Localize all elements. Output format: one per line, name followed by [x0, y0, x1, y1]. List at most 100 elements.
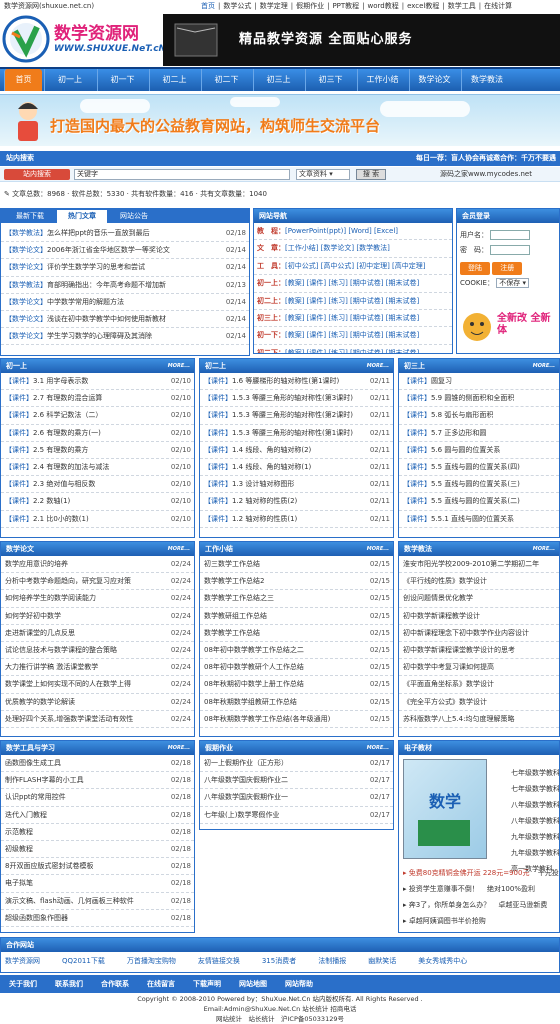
list-item[interactable]: 【课件】5.6 圆与圆的位置关系 — [399, 442, 559, 459]
list-item[interactable]: 初级教程 02/18 — [1, 841, 194, 859]
list-item[interactable]: 《平行线的性质》数学设计 — [399, 573, 559, 591]
item-title[interactable]: 处理好四个关系,增强数学课堂活动有效性 — [5, 711, 133, 727]
top-link[interactable]: PPT教程 — [329, 2, 362, 10]
ad-link[interactable]: ▸ 免费80克精铜金佛开运 228元=900元 — [403, 869, 529, 877]
item-title[interactable]: 《平行线的性质》数学设计 — [403, 573, 487, 589]
item-title[interactable]: 2.5 有理数的乘方 — [33, 442, 88, 458]
list-item[interactable]: 08年初中数学教学工作总结之二 02/15 — [200, 642, 393, 660]
partner-link[interactable]: 数学资源网 — [5, 957, 40, 965]
item-title[interactable]: 2.7 有理数的混合运算 — [33, 390, 102, 406]
list-item[interactable]: 优质教学的数学论解读 02/24 — [1, 694, 194, 711]
nav-item[interactable]: 首页 — [4, 69, 42, 91]
list-item[interactable]: 【课件】圆复习 — [399, 373, 559, 391]
list-item[interactable]: 试论信息技术与数学课程的整合策略 02/24 — [1, 642, 194, 660]
ad-link[interactable]: 卓越亚马逊新费 — [496, 901, 547, 909]
more-link[interactable]: MORE... — [533, 542, 555, 556]
ebook-item[interactable]: 九年级数学教科 — [511, 829, 559, 845]
item-title[interactable]: 2.6 有理数的乘方(一) — [33, 425, 101, 441]
footer-link[interactable]: 下载声明 — [193, 975, 221, 993]
ad-link[interactable]: 千元投资半年成富 — [535, 869, 559, 877]
item-title[interactable]: 演示文稿、flash动画、几何画板三种软件 — [5, 893, 134, 909]
ad-link[interactable]: ▸ 卓越阿姨调图书半价抢购 — [403, 917, 486, 925]
item-title[interactable]: 5.9 圆锥的侧面积和全面积 — [431, 390, 514, 406]
item-title[interactable]: 数学教学工作总结2 — [204, 573, 264, 589]
list-item[interactable]: 【课件】1.5.3 等腰三角形的轴对称性(第3课时) 02/11 — [200, 390, 393, 408]
item-title[interactable]: 5.7 正多边形和圆 — [431, 425, 486, 441]
cookie-select[interactable]: 不保存 ▾ — [496, 278, 529, 288]
item-title[interactable]: 08年初中数学教学工作总结之二 — [204, 642, 304, 658]
footer-link[interactable]: 网站地图 — [239, 975, 267, 993]
item-tag[interactable]: 【课件】 — [204, 411, 232, 419]
top-link[interactable]: 假期作业 — [293, 2, 327, 10]
list-item[interactable]: 创设问题情景优化教学 — [399, 590, 559, 608]
list-item[interactable]: 制作FLASH字幕的小工具 02/18 — [1, 772, 194, 790]
item-title[interactable]: 数学教学工作总结之三 — [204, 590, 274, 606]
footer-link[interactable]: 关于我们 — [9, 975, 37, 993]
item-tag[interactable]: 【课件】 — [204, 446, 232, 454]
tab-0[interactable]: 最新下载 — [5, 210, 55, 223]
list-item[interactable]: 08年初中数学教研个人工作总结 02/15 — [200, 659, 393, 677]
partner-link[interactable]: 友情链接交换 — [198, 957, 240, 965]
list-item[interactable]: 【数学论文】2006年浙江省金华地区数学一等奖论文 02/14 — [1, 242, 249, 260]
article-title[interactable]: 中学数学常用的解题方法 — [47, 294, 124, 310]
ebook-item[interactable]: 八年级数学教科 — [511, 797, 559, 813]
username-input[interactable] — [490, 230, 530, 240]
item-tag[interactable]: 【课件】 — [5, 394, 33, 402]
guide-links[interactable]: [教案] [课件] [练习] [期中试卷] [期末试卷] — [285, 331, 419, 339]
list-item[interactable]: 【课件】1.3 设计轴对称图形 02/11 — [200, 476, 393, 494]
list-item[interactable]: 【课件】3.1 用字母表示数 02/10 — [1, 373, 194, 391]
partner-link[interactable]: 源码之家www.mycodes.net — [440, 169, 532, 180]
list-item[interactable]: 【课件】1.2 轴对称的性质(1) 02/11 — [200, 511, 393, 528]
item-tag[interactable]: 【课件】 — [403, 446, 431, 454]
item-title[interactable]: 初中数学新课程课堂教学设计的思考 — [403, 642, 515, 658]
item-title[interactable]: 初中新课程理念下初中数学作业内容设计 — [403, 625, 529, 641]
article-category[interactable]: 【数学教法】 — [5, 281, 47, 289]
list-item[interactable]: 【课件】1.6 等腰梯形的轴对称性(第1课时) 02/11 — [200, 373, 393, 391]
item-title[interactable]: 初三数学工作总结 — [204, 556, 260, 572]
article-title[interactable]: 怎么样把ppt的音乐一直放到最后 — [47, 225, 150, 241]
item-title[interactable]: 5.5 直线与圆的位置关系(三) — [431, 476, 520, 492]
list-item[interactable]: 【课件】2.4 有理数的加法与减法 02/10 — [1, 459, 194, 477]
list-item[interactable]: 初三数学工作总结 02/15 — [200, 556, 393, 574]
item-title[interactable]: 制作FLASH字幕的小工具 — [5, 772, 84, 788]
top-link[interactable]: 在线计算 — [481, 2, 515, 10]
search-category-select[interactable]: 文章资料 ▾ — [296, 169, 350, 180]
item-tag[interactable]: 【课件】 — [204, 480, 232, 488]
item-title[interactable]: 08年秋期数学教学工作总结(各年级通用) — [204, 711, 330, 727]
item-title[interactable]: 初一上假期作业（正方形） — [204, 755, 288, 771]
list-item[interactable]: 【课件】1.5.3 等腰三角形的轴对称性(第2课时) 02/11 — [200, 407, 393, 425]
list-item[interactable]: 【课件】5.5 直线与圆的位置关系(三) — [399, 476, 559, 494]
ebook-item[interactable]: 七年级数学教科 — [511, 765, 559, 781]
item-title[interactable]: 优质教学的数学论解读 — [5, 694, 75, 710]
item-title[interactable]: 2.4 有理数的加法与减法 — [33, 459, 109, 475]
top-link[interactable]: 首页 — [198, 2, 218, 10]
list-item[interactable]: 迭代入门教程 02/18 — [1, 807, 194, 824]
item-tag[interactable]: 【课件】 — [403, 377, 431, 385]
more-link[interactable]: MORE... — [168, 542, 190, 556]
item-tag[interactable]: 【课件】 — [5, 497, 33, 505]
list-item[interactable]: 电子拟笔 02/18 — [1, 875, 194, 893]
item-title[interactable]: 2.6 科学记数法（二） — [33, 407, 102, 423]
nav-item[interactable]: 工作小结 — [357, 69, 407, 91]
top-link[interactable]: 数学工具 — [445, 2, 479, 10]
item-title[interactable]: 八年级数学国庆假期作业二 — [204, 772, 288, 788]
more-link[interactable]: MORE... — [367, 542, 389, 556]
list-item[interactable]: 【课件】5.9 圆锥的侧面积和全面积 — [399, 390, 559, 408]
list-item[interactable]: 数学教研组工作总结 02/15 — [200, 608, 393, 625]
footer-link[interactable]: 在线留言 — [147, 975, 175, 993]
footer-link[interactable]: 网站帮助 — [285, 975, 313, 993]
item-tag[interactable]: 【课件】 — [403, 411, 431, 419]
list-item[interactable]: 08年秋期数学教学工作总结(各年级通用) 02/15 — [200, 711, 393, 728]
item-tag[interactable]: 【课件】 — [204, 515, 232, 523]
list-item[interactable]: 淮安市阳光学校2009-2010第二学期初二年 — [399, 556, 559, 574]
item-title[interactable]: 2.2 数轴(1) — [33, 493, 70, 509]
list-item[interactable]: 【课件】1.2 轴对称的性质(2) 02/11 — [200, 493, 393, 511]
list-item[interactable]: 《平面直角坐标系》数学设计 — [399, 676, 559, 694]
item-title[interactable]: 3.1 用字母表示数 — [33, 373, 88, 389]
item-title[interactable]: 1.5.3 等腰三角形的轴对称性(第1课时) — [232, 425, 353, 441]
item-tag[interactable]: 【课件】 — [5, 411, 33, 419]
item-title[interactable]: 数学教研组工作总结 — [204, 608, 267, 624]
guide-links[interactable]: [教案] [课件] [练习] [期中试卷] [期末试卷] — [285, 314, 419, 322]
list-item[interactable]: 【数学教法】育部明确指出：今年高考命题不增加新 02/13 — [1, 277, 249, 294]
partner-link[interactable]: QQ2011下载 — [62, 957, 105, 965]
